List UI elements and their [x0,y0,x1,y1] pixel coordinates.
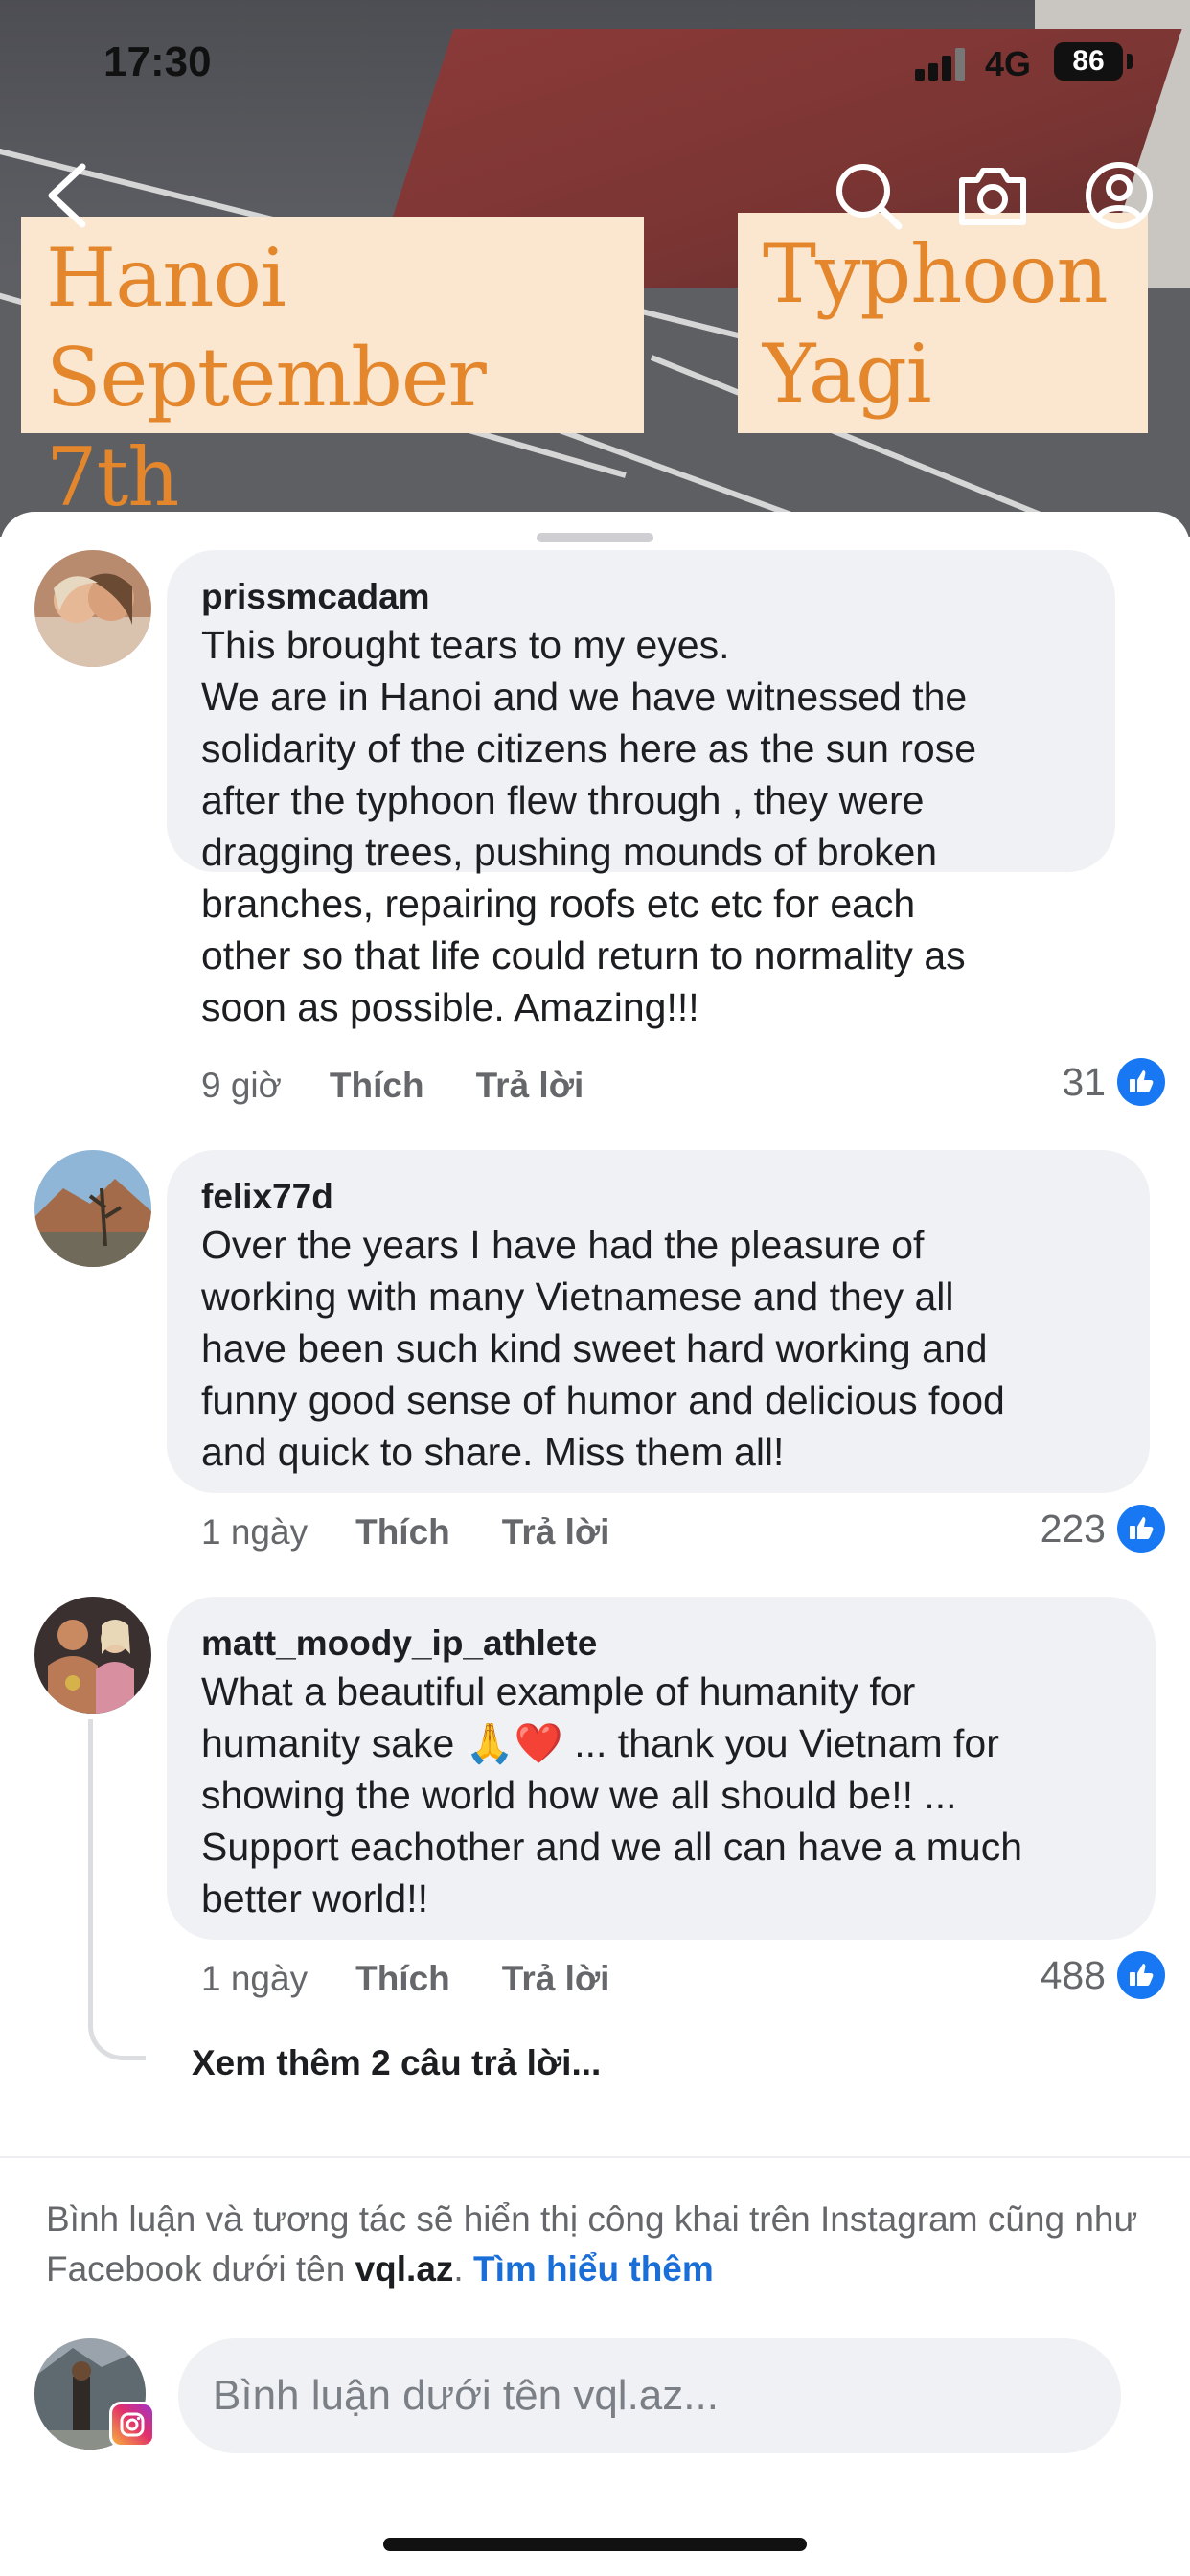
reaction-summary[interactable]: 31 [1062,1058,1165,1106]
profile-icon[interactable] [1083,159,1156,232]
thumbs-up-icon [1117,1058,1165,1106]
like-button[interactable]: Thích [355,1510,450,1554]
thumbs-up-icon [1117,1951,1165,1999]
home-indicator[interactable] [383,2538,807,2551]
avatar[interactable] [34,550,151,667]
view-more-replies-link[interactable]: Xem thêm 2 câu trả lời... [192,2043,601,2083]
comment-meta: 9 giờ Thích Trả lời [201,1064,584,1108]
comment-username[interactable]: matt_moody_ip_athlete [201,1622,1121,1666]
comment-time: 1 ngày [201,1959,309,1998]
comment-username[interactable]: felix77d [201,1175,1115,1219]
avatar[interactable] [34,1597,151,1714]
status-time: 17:30 [103,38,212,85]
reply-thread-line [88,1719,146,2060]
comment-text: This brought tears to my eyes. We are in… [201,623,977,1029]
search-icon[interactable] [832,159,904,232]
sheet-grabber[interactable] [537,533,653,542]
comment-meta: 1 ngày Thích Trả lời [201,1957,609,2001]
video-caption-location: Hanoi September 7th [21,217,644,524]
reaction-summary[interactable]: 488 [1041,1951,1165,1999]
comment-bubble: matt_moody_ip_athlete What a beautiful e… [167,1597,1156,1940]
reaction-summary[interactable]: 223 [1041,1505,1165,1552]
reply-button[interactable]: Trả lời [502,1510,610,1554]
avatar[interactable] [34,1150,151,1267]
comment-bubble: prissmcadam This brought tears to my eye… [167,550,1115,1029]
like-count: 223 [1040,1506,1106,1551]
battery-tip [1127,54,1133,69]
like-button[interactable]: Thích [355,1957,450,2001]
comment-bubble: felix77d Over the years I have had the p… [167,1150,1150,1493]
signal-icon [915,48,965,80]
camera-icon[interactable] [956,159,1029,232]
comment-time: 9 giờ [201,1066,282,1105]
reply-button[interactable]: Trả lời [502,1957,610,2001]
like-count: 488 [1040,1952,1106,1997]
notice-separator: . [453,2249,473,2288]
reply-button[interactable]: Trả lời [476,1064,584,1108]
instagram-icon [109,2402,155,2448]
account-handle: vql.az [355,2249,454,2288]
learn-more-link[interactable]: Tìm hiểu thêm [473,2249,714,2288]
like-button[interactable]: Thích [330,1064,424,1108]
comment-text: What a beautiful example of humanity for… [201,1669,1022,1920]
comment-username[interactable]: prissmcadam [201,575,1081,619]
footer-divider [0,2156,1190,2158]
like-count: 31 [1062,1059,1106,1104]
video-caption-typhoon: Typhoon Yagi [738,213,1148,433]
visibility-notice: Bình luận và tương tác sẽ hiển thị công … [46,2195,1157,2294]
comment-input[interactable] [178,2338,1121,2453]
battery-icon: 86 [1054,42,1123,80]
status-bar: 17:30 4G 86 [0,0,1190,125]
thumbs-up-icon [1117,1505,1165,1552]
network-type: 4G [985,44,1032,83]
comment-time: 1 ngày [201,1512,309,1552]
back-chevron-icon[interactable] [34,159,107,232]
comment-meta: 1 ngày Thích Trả lời [201,1510,609,1554]
comment-text: Over the years I have had the pleasure o… [201,1223,1005,1474]
